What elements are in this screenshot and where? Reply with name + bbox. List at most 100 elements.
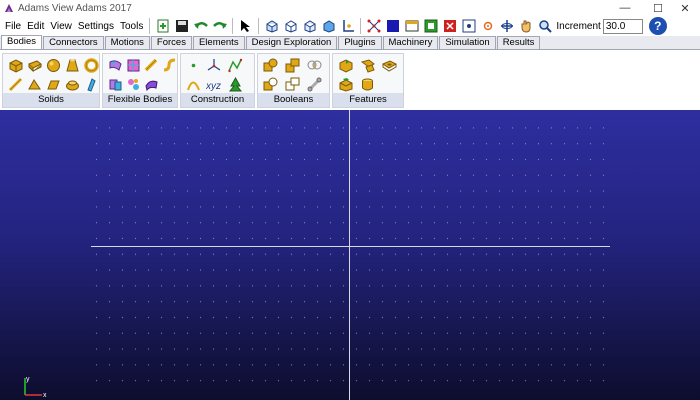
tab-machinery[interactable]: Machinery [382,36,439,49]
hollow-tool[interactable] [358,75,377,94]
color-square-icon [386,20,399,32]
undo-button[interactable] [193,18,209,34]
menu-bar: File Edit View Settings Tools [2,21,146,32]
tab-connectors[interactable]: Connectors [43,36,104,49]
plate-tool[interactable] [25,75,44,94]
group-caption-flexible-bodies: Flexible Bodies [103,93,177,107]
help-button[interactable]: ? [648,17,667,35]
render-mode-button[interactable] [321,18,337,34]
split-icon [285,77,300,91]
save-button[interactable] [174,18,190,34]
flex-rigid-tool[interactable] [124,75,143,94]
fit-button[interactable] [423,18,439,34]
redo-button[interactable] [212,18,228,34]
box-tool[interactable] [6,56,25,75]
center-view-icon [462,19,476,33]
torus-tool[interactable] [82,56,101,75]
extrusion-tool[interactable] [44,75,63,94]
spline-tool[interactable]: xyz [205,75,224,94]
hollow-icon [362,78,373,91]
grid-button[interactable] [366,18,382,34]
center-button[interactable] [461,18,477,34]
cylinder-tool[interactable] [25,56,44,75]
maximize-button[interactable]: ☐ [643,0,673,16]
revolution-tool[interactable] [63,75,82,94]
modeling-viewport[interactable]: y x [0,110,700,400]
background-color-button[interactable] [385,18,401,34]
tab-design-exploration[interactable]: Design Exploration [245,36,338,49]
cut-tool[interactable] [261,75,280,94]
merge-tool[interactable] [283,56,302,75]
polyline-tool[interactable] [226,56,245,75]
discrete-flex-link-tool[interactable] [106,56,125,75]
plane-tool[interactable] [82,75,101,94]
marker-icon [207,59,221,71]
tab-results[interactable]: Results [496,36,541,49]
flex-shape-icon [145,80,158,92]
tab-motions[interactable]: Motions [104,36,150,49]
fit-view-icon [424,19,438,33]
hole-tool[interactable] [380,56,399,75]
increment-input[interactable] [602,18,643,34]
union-tool[interactable] [261,56,280,75]
new-model-button[interactable] [155,18,171,34]
torus-icon [84,58,99,73]
view-iso-button[interactable] [264,18,280,34]
view-front-button[interactable] [283,18,299,34]
working-grid [90,120,610,390]
pan-button[interactable] [518,18,534,34]
chain-icon [307,77,322,92]
question-mark-icon: ? [654,19,662,33]
frustum-tool[interactable] [63,56,82,75]
chain-tool[interactable] [305,75,324,94]
tab-elements[interactable]: Elements [192,36,245,49]
csg-tool[interactable] [226,75,245,94]
group-caption-booleans: Booleans [258,93,329,107]
zoom-button[interactable] [537,18,553,34]
flex-beam-icon [144,58,158,72]
flex-swap-tool[interactable] [106,75,125,94]
menu-tools[interactable]: Tools [117,21,146,32]
fillet-tool[interactable] [358,56,377,75]
viewflex-tool[interactable] [124,56,143,75]
tree-icon [228,77,243,92]
zoom-box-icon [443,20,456,32]
tab-bodies[interactable]: Bodies [1,35,43,49]
tab-forces[interactable]: Forces [150,36,192,49]
split-tool[interactable] [283,75,302,94]
close-button[interactable]: ✕ [670,0,700,16]
menu-file[interactable]: File [2,21,24,32]
snapshot-button[interactable] [404,18,420,34]
intersect-icon [307,60,322,70]
flex-import-tool[interactable] [142,56,161,75]
triad-y-label: y [26,376,30,383]
menu-settings[interactable]: Settings [75,21,117,32]
rotate-icon [500,20,513,32]
group-caption-construction: Construction [181,93,254,107]
chamfer-tool[interactable] [336,56,355,75]
intersect-tool[interactable] [305,56,324,75]
rotate-button[interactable] [499,18,515,34]
arc-tool[interactable] [184,75,203,94]
menu-view[interactable]: View [47,21,75,32]
link-tool[interactable] [6,75,25,94]
boss-icon [339,78,353,92]
zoom-box-button[interactable] [442,18,458,34]
fillet-icon [360,59,375,73]
marker-tool[interactable] [205,56,224,75]
sphere-tool[interactable] [44,56,63,75]
flex-spring-tool[interactable] [160,56,179,75]
select-button[interactable] [238,18,254,34]
view-center-button[interactable] [480,18,496,34]
flex-mnf-tool[interactable] [142,75,161,94]
toolbar-separator [232,18,234,34]
merge-icon [285,58,300,73]
menu-edit[interactable]: Edit [24,21,47,32]
triad-button[interactable] [340,18,356,34]
view-side-button[interactable] [302,18,318,34]
boss-tool[interactable] [336,75,355,94]
point-tool[interactable] [184,56,203,75]
tab-simulation[interactable]: Simulation [439,36,496,49]
minimize-button[interactable]: — [610,0,640,16]
tab-plugins[interactable]: Plugins [338,36,382,49]
